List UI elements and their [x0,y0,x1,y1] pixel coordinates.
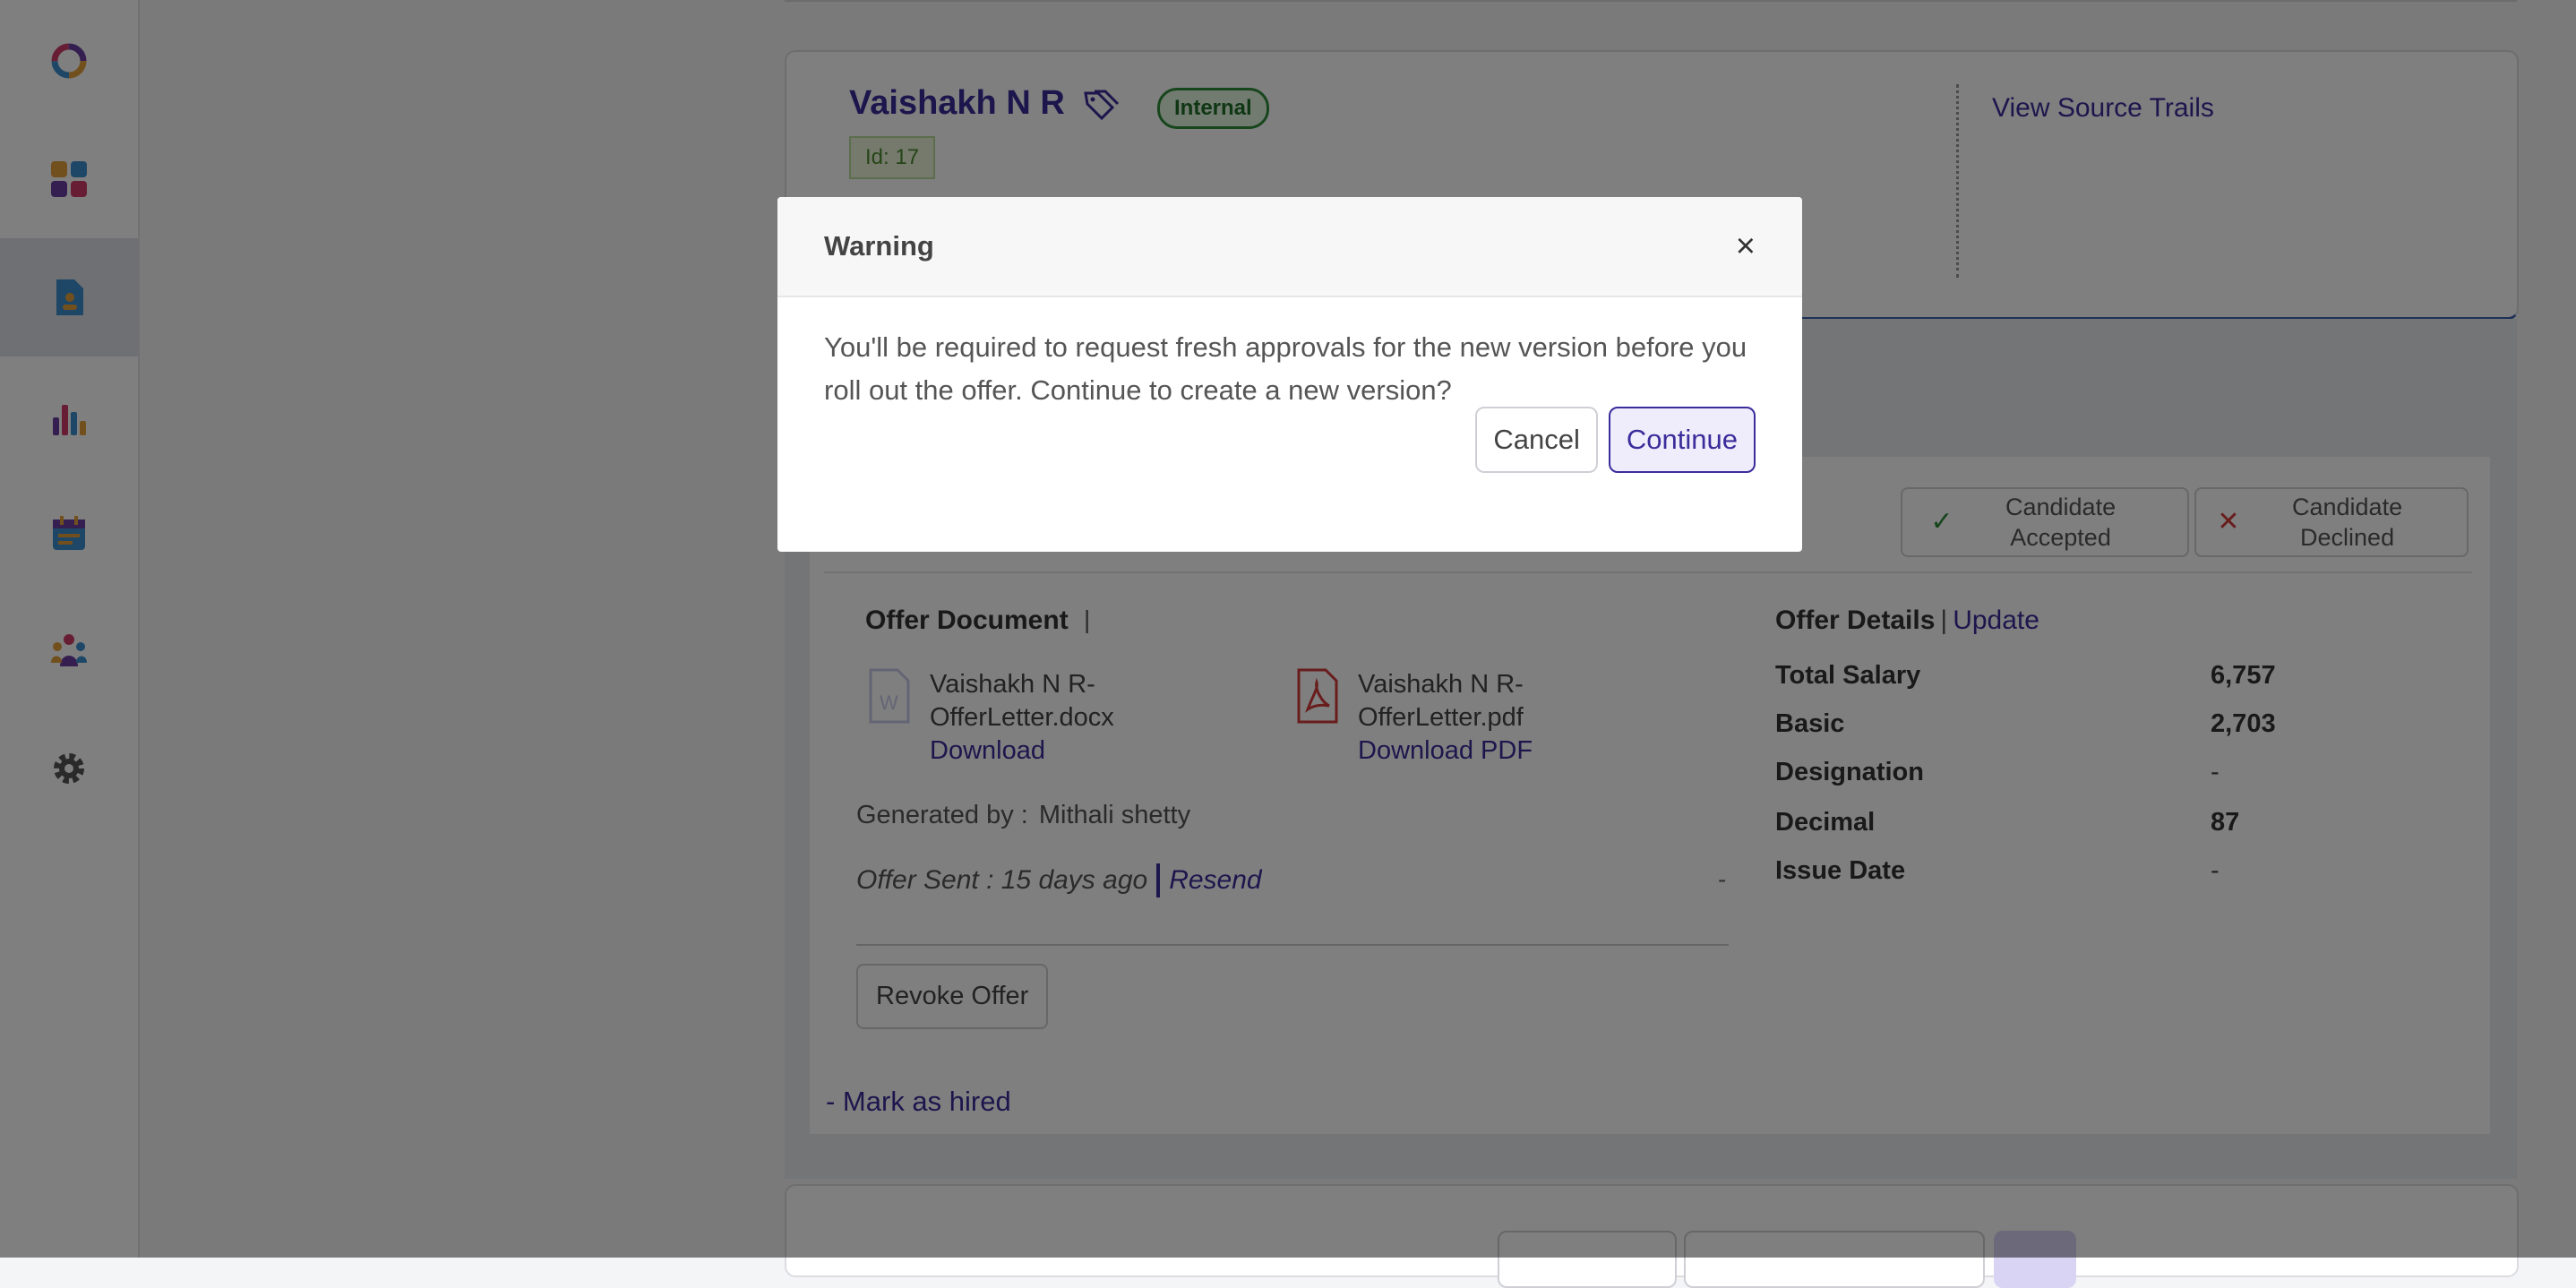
modal-overlay[interactable] [0,0,2576,1258]
modal-actions: Cancel Continue [1475,407,1756,473]
warning-modal: Warning × You'll be required to request … [777,197,1802,552]
modal-header: Warning × [777,197,1802,297]
continue-button[interactable]: Continue [1608,407,1756,473]
close-icon[interactable]: × [1736,229,1756,263]
modal-title: Warning [824,230,934,262]
cancel-button[interactable]: Cancel [1475,407,1598,473]
modal-message: You'll be required to request fresh appr… [824,331,1747,406]
